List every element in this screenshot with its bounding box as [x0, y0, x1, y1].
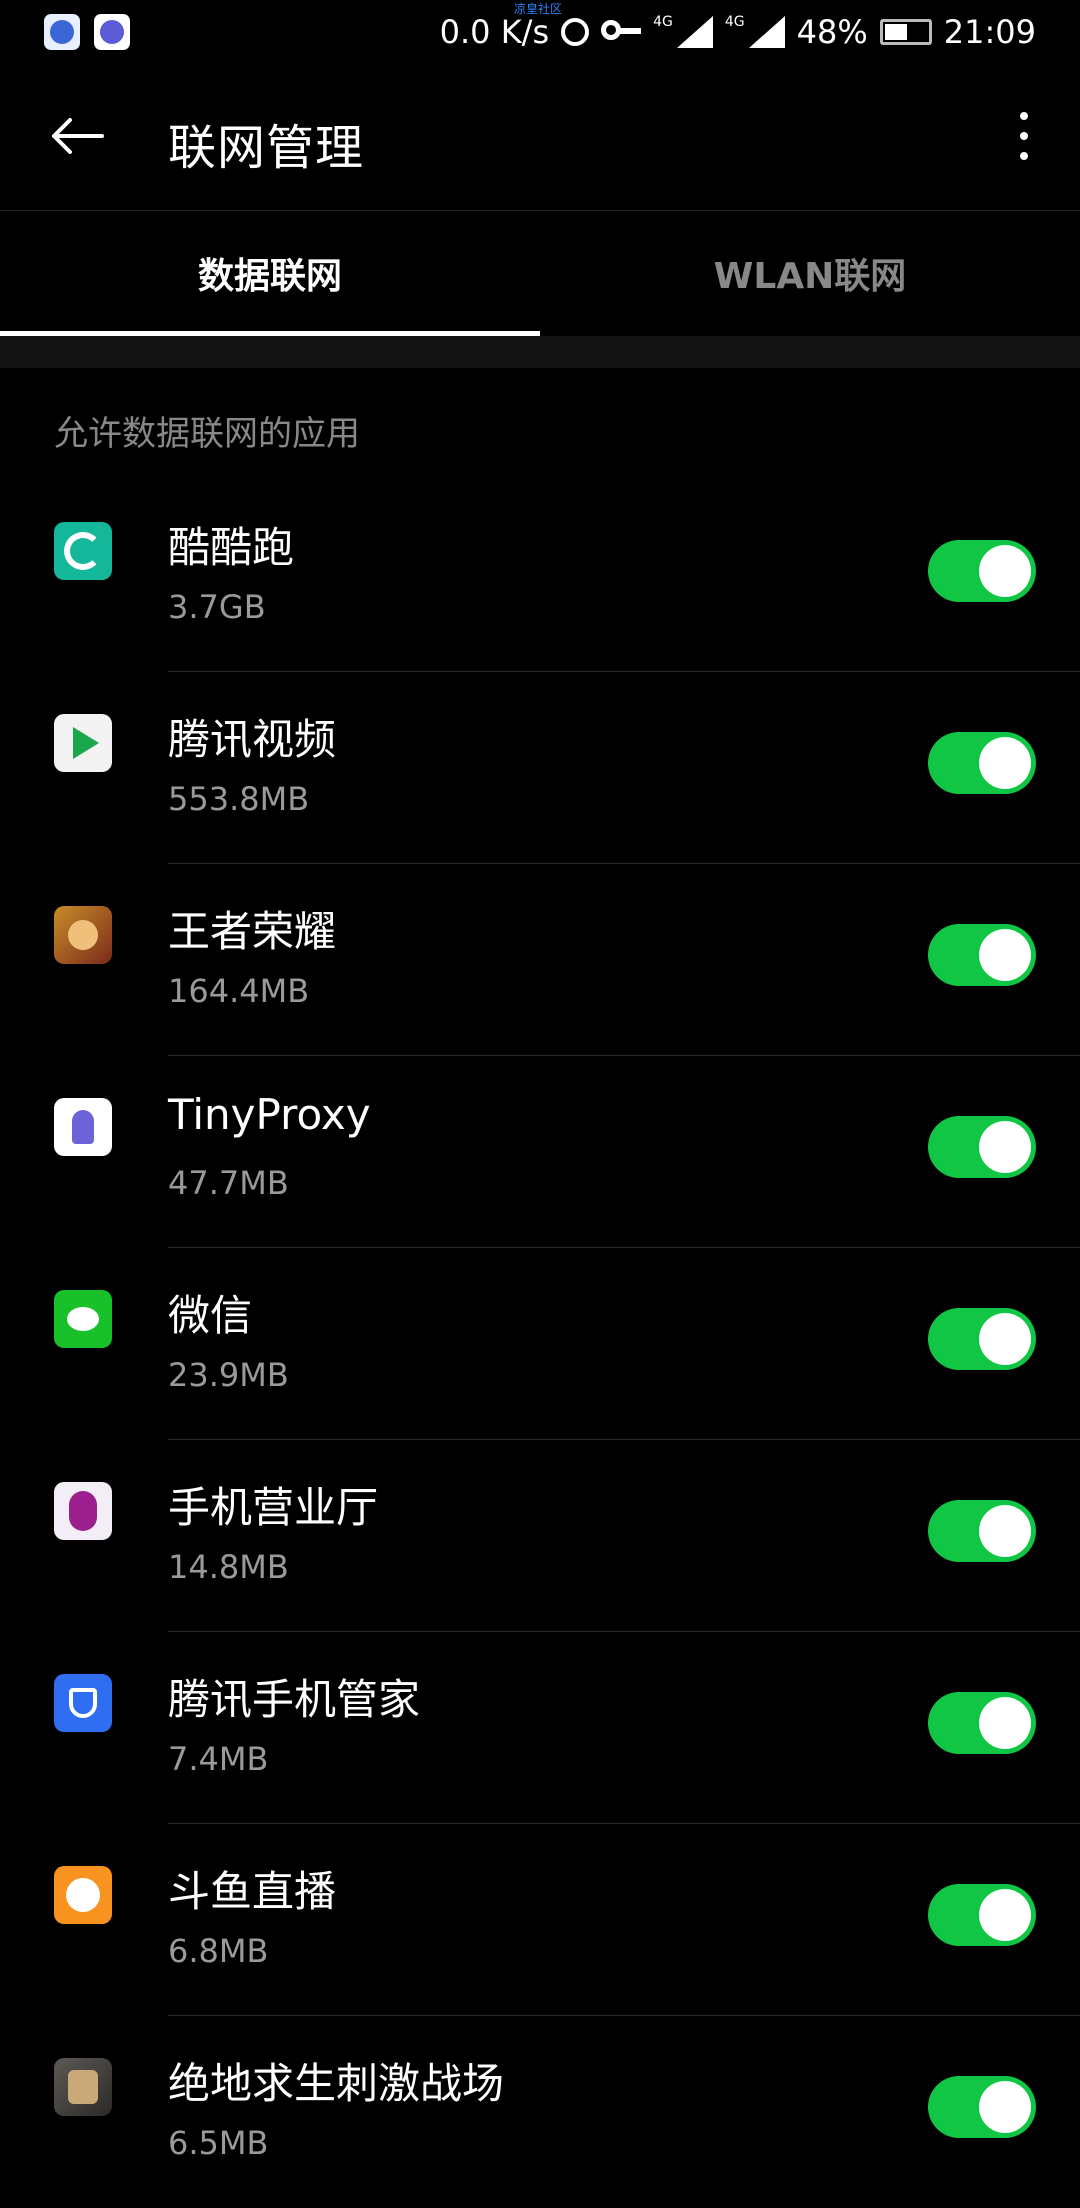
- battery-icon: [879, 19, 932, 45]
- app-name: 腾讯视频: [168, 715, 337, 764]
- app-name: 腾讯手机管家: [168, 1675, 421, 1724]
- app-usage: 553.8MB: [168, 780, 310, 818]
- app-usage: 14.8MB: [168, 1548, 289, 1586]
- list-item: 绝地求生刺激战场 6.5MB: [0, 2016, 1080, 2208]
- douyu-icon: [54, 1866, 112, 1924]
- list-item: TinyProxy 47.7MB: [0, 1056, 1080, 1248]
- data-toggle[interactable]: [928, 2076, 1036, 2138]
- clock: 21:09: [943, 13, 1036, 51]
- list-item: 王者荣耀 164.4MB: [0, 864, 1080, 1056]
- network-type-1: 4G: [653, 14, 673, 30]
- app-name: 王者荣耀: [168, 907, 337, 956]
- signal-icon: [676, 16, 713, 48]
- app-usage: 23.9MB: [168, 1356, 289, 1394]
- list-item: 腾讯手机管家 7.4MB: [0, 1632, 1080, 1824]
- tab-wlan[interactable]: WLAN联网: [540, 210, 1080, 336]
- pubg-icon: [54, 2058, 112, 2116]
- key-icon: [601, 20, 642, 40]
- king-of-glory-icon: [54, 906, 112, 964]
- section-separator: [0, 336, 1080, 368]
- arrow-left-icon: [52, 118, 104, 154]
- app-list: 酷酷跑 3.7GB 腾讯视频 553.8MB 王者荣耀 164.4MB Tiny…: [0, 480, 1080, 2208]
- status-icons: 0.0 K/s 4G 4G 48% 21:09: [440, 8, 1036, 56]
- app-name: 微信: [168, 1291, 253, 1340]
- list-item: 手机营业厅 14.8MB: [0, 1440, 1080, 1632]
- data-toggle[interactable]: [928, 1308, 1036, 1370]
- data-toggle[interactable]: [928, 1692, 1036, 1754]
- app-usage: 6.5MB: [168, 2124, 269, 2162]
- unicom-icon: [54, 1482, 112, 1540]
- app-name: 绝地求生刺激战场: [168, 2059, 505, 2108]
- list-item: 斗鱼直播 6.8MB: [0, 1824, 1080, 2016]
- app-usage: 3.7GB: [168, 588, 266, 626]
- app-bar: 联网管理: [0, 64, 1080, 211]
- data-toggle[interactable]: [928, 1884, 1036, 1946]
- app-name: TinyProxy: [168, 1090, 371, 1139]
- more-options-button[interactable]: [1004, 106, 1044, 166]
- page-title: 联网管理: [168, 120, 365, 176]
- tencent-manager-icon: [54, 1674, 112, 1732]
- app-usage: 47.7MB: [168, 1164, 289, 1202]
- app-name: 酷酷跑: [168, 523, 295, 572]
- notification-icons: [44, 14, 130, 50]
- tab-mobile-data[interactable]: 数据联网: [0, 210, 540, 336]
- status-bar: 凉皇社区 0.0 K/s 4G 4G 48% 21:09: [0, 0, 1080, 64]
- du-app-icon: [44, 14, 80, 50]
- list-item: 微信 23.9MB: [0, 1248, 1080, 1440]
- app-name: 手机营业厅: [168, 1483, 379, 1532]
- tab-bar: 数据联网 WLAN联网: [0, 210, 1080, 336]
- list-item: 酷酷跑 3.7GB: [0, 480, 1080, 672]
- battery-percent: 48%: [796, 13, 868, 51]
- app-name: 斗鱼直播: [168, 1867, 337, 1916]
- tinyproxy-icon: [54, 1098, 112, 1156]
- data-toggle[interactable]: [928, 732, 1036, 794]
- network-type-2: 4G: [724, 14, 745, 30]
- more-vertical-icon: [1020, 112, 1028, 120]
- data-toggle[interactable]: [928, 540, 1036, 602]
- list-item: 腾讯视频 553.8MB: [0, 672, 1080, 864]
- app-usage: 6.8MB: [168, 1932, 269, 1970]
- kukupao-icon: [54, 522, 112, 580]
- back-button[interactable]: [46, 106, 106, 166]
- wechat-icon: [54, 1290, 112, 1348]
- signal-icon: [748, 16, 785, 48]
- data-toggle[interactable]: [928, 1500, 1036, 1562]
- section-title: 允许数据联网的应用: [54, 414, 360, 454]
- network-speed: 0.0 K/s: [439, 13, 550, 51]
- tencent-video-icon: [54, 714, 112, 772]
- tinyproxy-app-icon: [94, 14, 130, 50]
- app-usage: 164.4MB: [168, 972, 310, 1010]
- data-toggle[interactable]: [928, 1116, 1036, 1178]
- data-toggle[interactable]: [928, 924, 1036, 986]
- app-usage: 7.4MB: [168, 1740, 269, 1778]
- alarm-icon: [561, 18, 590, 46]
